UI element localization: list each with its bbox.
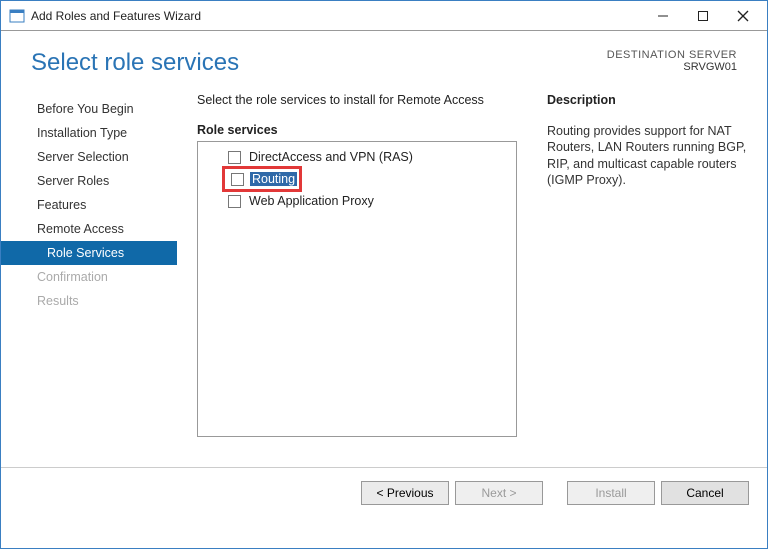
sidebar-item-server-selection[interactable]: Server Selection (1, 145, 177, 169)
role-item-routing[interactable]: Routing (198, 165, 516, 193)
destination-info: DESTINATION SERVER SRVGW01 (607, 49, 737, 73)
maximize-button[interactable] (683, 2, 723, 30)
description-column: Description Routing provides support for… (547, 93, 747, 467)
checkbox-webproxy[interactable] (228, 195, 241, 208)
next-button: Next > (455, 481, 543, 505)
role-item-directaccess[interactable]: DirectAccess and VPN (RAS) (198, 149, 516, 165)
previous-button[interactable]: < Previous (361, 481, 449, 505)
body: Before You Begin Installation Type Serve… (1, 87, 767, 467)
role-services-label: Role services (197, 123, 517, 137)
role-label: Web Application Proxy (249, 194, 374, 208)
close-button[interactable] (723, 2, 763, 30)
sidebar-item-before-you-begin[interactable]: Before You Begin (1, 97, 177, 121)
role-label: Routing (250, 172, 297, 186)
sidebar-item-remote-access[interactable]: Remote Access (1, 217, 177, 241)
sidebar: Before You Begin Installation Type Serve… (1, 87, 177, 467)
description-label: Description (547, 93, 747, 107)
role-services-list[interactable]: DirectAccess and VPN (RAS) Routing Web A… (197, 141, 517, 437)
header: Select role services DESTINATION SERVER … (1, 31, 767, 87)
page-title: Select role services (31, 49, 239, 77)
description-text: Routing provides support for NAT Routers… (547, 123, 747, 188)
install-button: Install (567, 481, 655, 505)
instruction-text: Select the role services to install for … (197, 93, 517, 107)
role-services-column: Select the role services to install for … (197, 93, 517, 467)
checkbox-routing[interactable] (231, 173, 244, 186)
sidebar-item-confirmation: Confirmation (1, 265, 177, 289)
sidebar-item-server-roles[interactable]: Server Roles (1, 169, 177, 193)
role-item-webproxy[interactable]: Web Application Proxy (198, 193, 516, 209)
destination-label: DESTINATION SERVER (607, 49, 737, 61)
destination-name: SRVGW01 (607, 61, 737, 73)
wizard-icon (9, 8, 25, 24)
sidebar-item-installation-type[interactable]: Installation Type (1, 121, 177, 145)
cancel-button[interactable]: Cancel (661, 481, 749, 505)
titlebar-text: Add Roles and Features Wizard (31, 9, 643, 23)
highlight-box: Routing (222, 166, 302, 192)
checkbox-directaccess[interactable] (228, 151, 241, 164)
sidebar-item-features[interactable]: Features (1, 193, 177, 217)
sidebar-item-results: Results (1, 289, 177, 313)
titlebar: Add Roles and Features Wizard (1, 1, 767, 31)
role-label: DirectAccess and VPN (RAS) (249, 150, 413, 164)
sidebar-item-role-services[interactable]: Role Services (1, 241, 177, 265)
main: Select the role services to install for … (177, 87, 747, 467)
footer: < Previous Next > Install Cancel (1, 467, 767, 517)
minimize-button[interactable] (643, 2, 683, 30)
